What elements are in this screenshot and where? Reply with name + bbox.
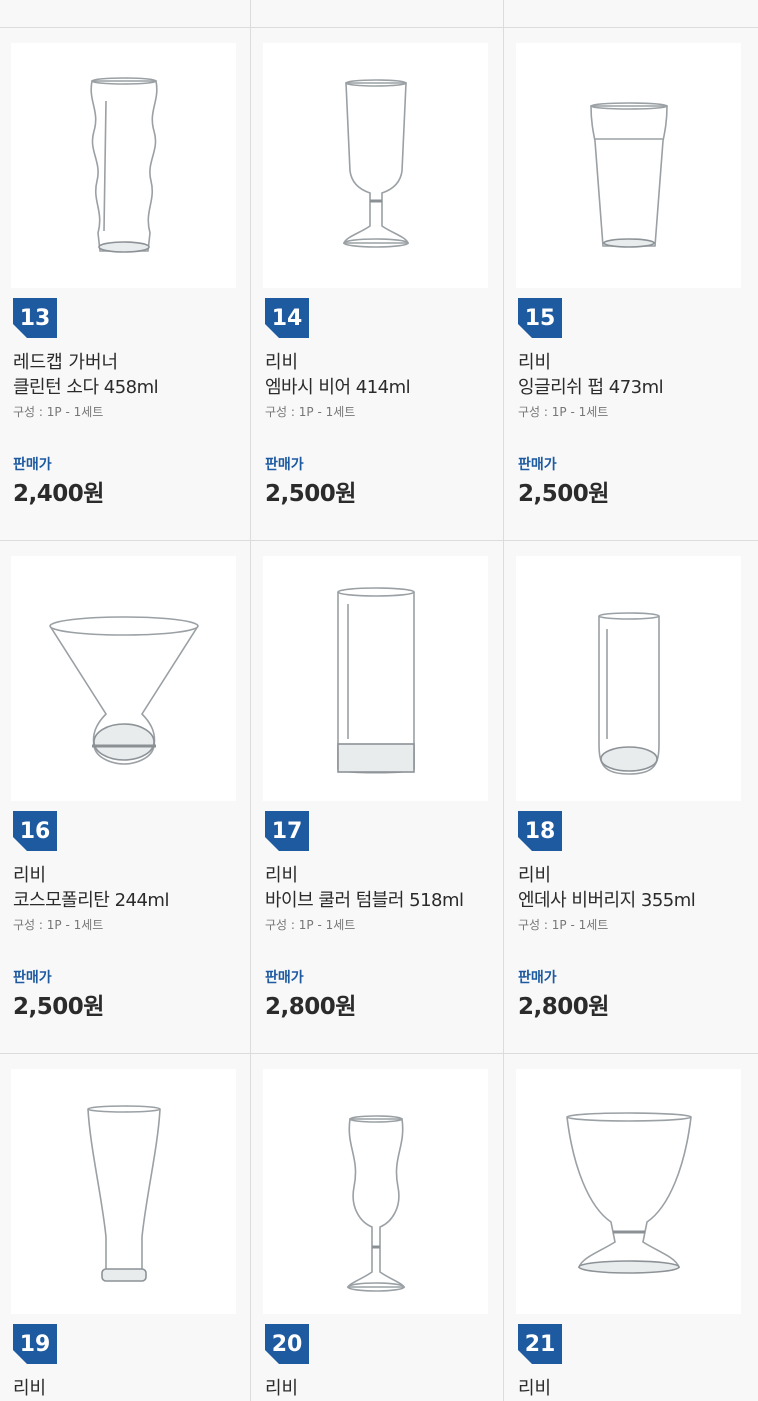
product-number-badge: 18 xyxy=(518,811,562,851)
product-brand[interactable]: 리비 xyxy=(13,1374,46,1400)
product-name[interactable]: 엠바시 비어 414ml xyxy=(265,373,411,399)
cosmopolitan-glass-icon xyxy=(48,615,199,765)
beverage-glass-icon xyxy=(597,611,660,775)
footed-goblet-icon xyxy=(565,1111,692,1274)
product-image[interactable] xyxy=(11,1069,236,1314)
product-number-badge: 20 xyxy=(265,1324,309,1364)
product-image[interactable] xyxy=(11,43,236,288)
product-number-badge: 21 xyxy=(518,1324,562,1364)
soda-glass-icon xyxy=(89,76,158,253)
product-price: 2,800원 xyxy=(265,994,356,1020)
product-spec: 구성 : 1P - 1세트 xyxy=(518,405,609,419)
product-grid: 13 레드캡 가버너 클린턴 소다 458ml 구성 : 1P - 1세트 판매… xyxy=(0,0,758,1401)
product-number-badge: 13 xyxy=(13,298,57,338)
column-divider xyxy=(250,0,251,1401)
footed-soda-glass-icon xyxy=(346,1114,405,1292)
product-image[interactable] xyxy=(11,556,236,801)
product-price: 2,500원 xyxy=(13,994,104,1020)
product-name[interactable]: 엔데사 비버리지 355ml xyxy=(518,886,696,912)
product-image[interactable] xyxy=(516,556,741,801)
product-number-badge: 14 xyxy=(265,298,309,338)
product-spec: 구성 : 1P - 1세트 xyxy=(265,918,356,932)
product-image[interactable] xyxy=(516,43,741,288)
pilsner-glass-icon xyxy=(86,1104,161,1282)
product-number-badge: 17 xyxy=(265,811,309,851)
product-brand[interactable]: 리비 xyxy=(518,348,551,374)
product-brand[interactable]: 레드캡 가버너 xyxy=(13,348,118,374)
product-price: 2,500원 xyxy=(518,481,609,507)
product-brand[interactable]: 리비 xyxy=(265,861,298,887)
product-price: 2,800원 xyxy=(518,994,609,1020)
product-name[interactable]: 바이브 쿨러 텀블러 518ml xyxy=(265,886,464,912)
pub-glass-icon xyxy=(589,101,668,248)
price-label: 판매가 xyxy=(13,970,52,986)
product-spec: 구성 : 1P - 1세트 xyxy=(518,918,609,932)
price-label: 판매가 xyxy=(13,457,52,473)
price-label: 판매가 xyxy=(265,457,304,473)
column-divider xyxy=(503,0,504,1401)
product-image[interactable] xyxy=(263,43,488,288)
price-label: 판매가 xyxy=(518,970,557,986)
product-price: 2,500원 xyxy=(265,481,356,507)
product-name[interactable]: 클린턴 소다 458ml xyxy=(13,373,159,399)
product-brand[interactable]: 리비 xyxy=(13,861,46,887)
product-brand[interactable]: 리비 xyxy=(265,1374,298,1400)
product-name[interactable]: 잉글리쉬 펍 473ml xyxy=(518,373,664,399)
price-label: 판매가 xyxy=(265,970,304,986)
price-label: 판매가 xyxy=(518,457,557,473)
product-image[interactable] xyxy=(263,556,488,801)
product-spec: 구성 : 1P - 1세트 xyxy=(13,918,104,932)
product-number-badge: 15 xyxy=(518,298,562,338)
product-number-badge: 16 xyxy=(13,811,57,851)
row-divider xyxy=(0,1053,758,1054)
product-name[interactable]: 코스모폴리탄 244ml xyxy=(13,886,169,912)
product-image[interactable] xyxy=(516,1069,741,1314)
product-number-badge: 19 xyxy=(13,1324,57,1364)
cooler-tumbler-icon xyxy=(336,586,415,774)
row-divider xyxy=(0,540,758,541)
row-divider xyxy=(0,27,758,28)
footed-beer-glass-icon xyxy=(342,78,409,248)
product-brand[interactable]: 리비 xyxy=(518,1374,551,1400)
product-brand[interactable]: 리비 xyxy=(265,348,298,374)
product-spec: 구성 : 1P - 1세트 xyxy=(265,405,356,419)
product-image[interactable] xyxy=(263,1069,488,1314)
product-price: 2,400원 xyxy=(13,481,104,507)
product-brand[interactable]: 리비 xyxy=(518,861,551,887)
product-spec: 구성 : 1P - 1세트 xyxy=(13,405,104,419)
